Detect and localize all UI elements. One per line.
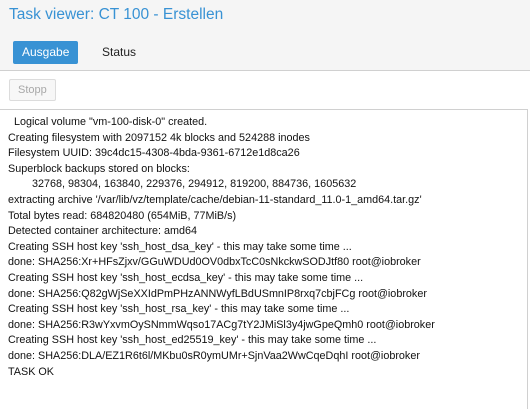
log-line: done: SHA256:Q82gWjSeXXIdPmPHzANNWyfLBdU… bbox=[8, 287, 427, 300]
log-line: done: SHA256:R3wYxvmOySNmmWqso17ACg7tY2J… bbox=[8, 318, 435, 331]
log-line: Superblock backups stored on blocks: bbox=[8, 162, 190, 175]
window-title: Task viewer: CT 100 - Erstellen bbox=[9, 6, 224, 23]
log-line: Filesystem UUID: 39c4dc15-4308-4bda-9361… bbox=[8, 147, 300, 160]
log-line: extracting archive '/var/lib/vz/template… bbox=[8, 193, 422, 206]
log-lines: Logical volume "vm-100-disk-0" created. … bbox=[8, 115, 523, 380]
log-output[interactable]: Logical volume "vm-100-disk-0" created. … bbox=[0, 109, 528, 409]
task-viewer-window: Task viewer: CT 100 - Erstellen Ausgabe … bbox=[0, 0, 530, 419]
log-line: Total bytes read: 684820480 (654MiB, 77M… bbox=[8, 209, 237, 222]
log-line: Detected container architecture: amd64 bbox=[8, 225, 198, 238]
log-line: TASK OK bbox=[8, 365, 54, 378]
title-bar[interactable]: Task viewer: CT 100 - Erstellen bbox=[0, 0, 530, 34]
log-line: done: SHA256:DLA/EZ1R6t6l/MKbu0sR0ymUMr+… bbox=[8, 349, 420, 362]
tab-status[interactable]: Status bbox=[93, 41, 145, 64]
log-line: Creating SSH host key 'ssh_host_ed25519_… bbox=[8, 334, 377, 347]
log-line: 32768, 98304, 163840, 229376, 294912, 81… bbox=[8, 178, 357, 191]
toolbar: Stopp bbox=[0, 71, 528, 109]
log-line: Creating SSH host key 'ssh_host_ecdsa_ke… bbox=[8, 271, 364, 284]
log-line: done: SHA256:Xr+HFsZjxv/GGuWDUd0OV0dbxTc… bbox=[8, 256, 421, 269]
tab-output[interactable]: Ausgabe bbox=[13, 41, 79, 64]
output-panel: Stopp Logical volume "vm-100-disk-0" cre… bbox=[0, 70, 530, 419]
tab-bar: Ausgabe Status bbox=[0, 34, 530, 70]
log-line: Logical volume "vm-100-disk-0" created. bbox=[8, 116, 208, 128]
log-line: Creating SSH host key 'ssh_host_dsa_key'… bbox=[8, 240, 352, 253]
stop-button[interactable]: Stopp bbox=[9, 79, 56, 101]
log-line: Creating SSH host key 'ssh_host_rsa_key'… bbox=[8, 303, 350, 316]
log-line: Creating filesystem with 2097152 4k bloc… bbox=[8, 131, 310, 144]
